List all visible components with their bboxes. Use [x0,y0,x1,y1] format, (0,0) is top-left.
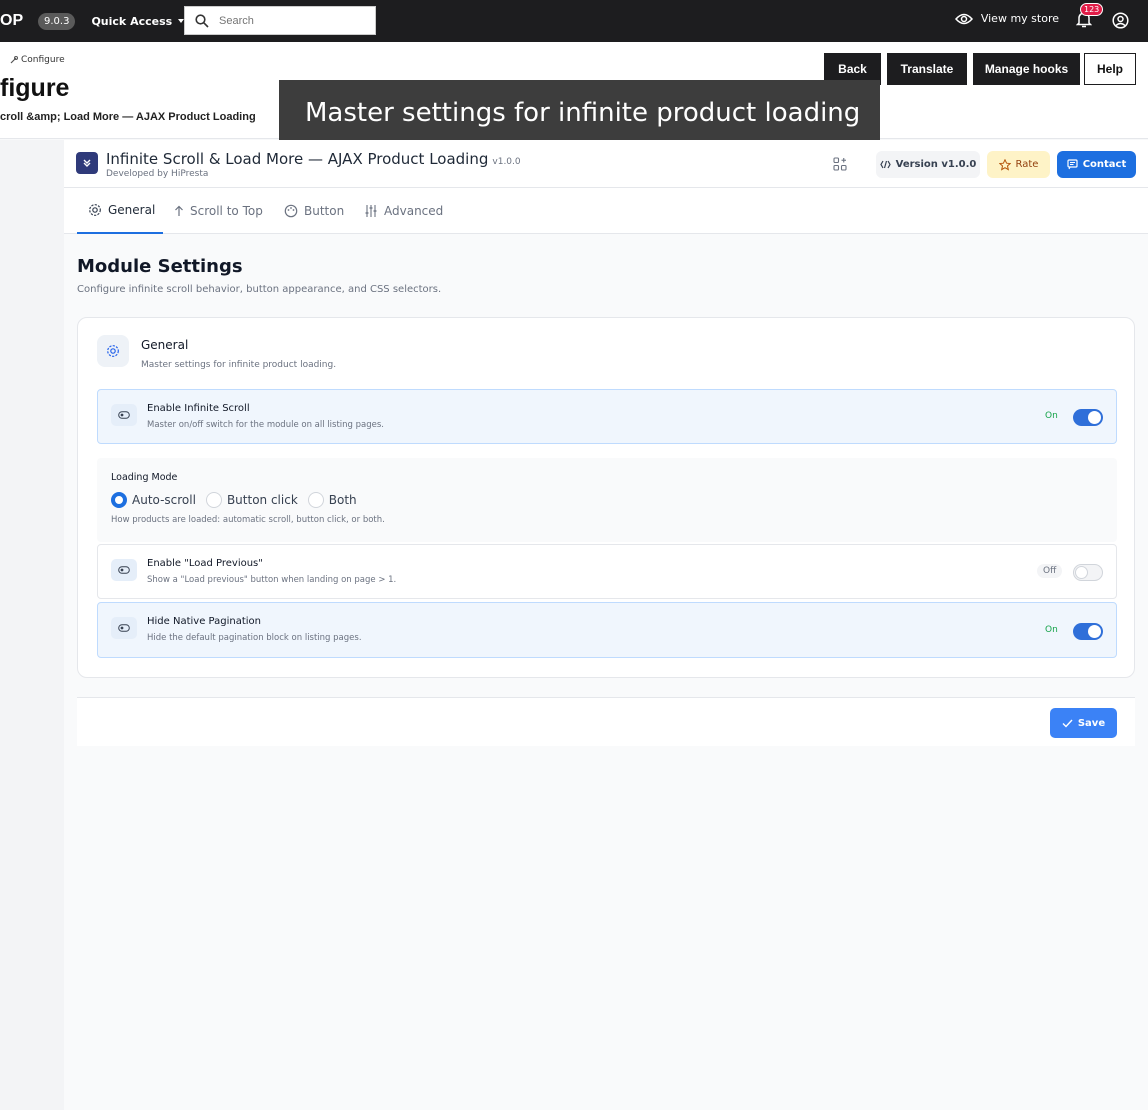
gear-icon [89,204,101,216]
quick-access-menu[interactable]: Quick Access [91,14,185,28]
breadcrumb-label: Configure [21,55,65,65]
setting-title: Enable Infinite Scroll [147,403,250,414]
translate-button[interactable]: Translate [887,53,967,85]
setting-hide-native-pagination: Hide Native Pagination Hide the default … [97,602,1117,658]
tab-label: Advanced [384,204,444,218]
breadcrumb[interactable]: Configure [10,55,65,65]
toggle-knob [1088,411,1101,424]
page-header: Configure figure croll &amp; Load More —… [0,42,1148,146]
radio-both[interactable]: Both [307,492,357,508]
message-icon [1067,159,1078,170]
version-button[interactable]: Version v1.0.0 [876,151,980,178]
page-subtitle: croll &amp; Load More — AJAX Product Loa… [0,111,256,123]
setting-description: Master on/off switch for the module on a… [147,420,384,430]
gear-icon [97,335,129,367]
code-icon [879,160,891,169]
manage-hooks-button[interactable]: Manage hooks [973,53,1080,85]
state-label: Off [1037,564,1063,578]
quick-access-label: Quick Access [91,14,173,28]
setting-enable-infinite-scroll: Enable Infinite Scroll Master on/off swi… [97,389,1117,444]
tab-label: Scroll to Top [190,204,263,218]
module-logo-icon [76,152,98,174]
view-store-link[interactable]: View my store [954,12,1059,25]
radio-label: Button click [226,493,298,507]
module-name: Infinite Scroll & Load More — AJAX Produ… [106,150,521,168]
view-store-label: View my store [980,12,1059,25]
left-gutter [0,140,64,1110]
tooltip: Master settings for infinite product loa… [279,80,880,146]
general-settings-card: General Master settings for infinite pro… [77,317,1135,678]
setting-load-previous: Enable "Load Previous" Show a "Load prev… [97,544,1117,599]
search-box[interactable] [184,6,376,35]
module-panel: Infinite Scroll & Load More — AJAX Produ… [64,140,1148,1110]
loading-mode-options: Auto-scroll Button click Both [111,492,367,508]
setting-title: Enable "Load Previous" [147,558,263,569]
rate-button-label: Rate [1015,159,1039,170]
loading-mode-description: How products are loaded: automatic scrol… [111,515,385,525]
load-previous-toggle[interactable] [1073,564,1103,581]
search-input[interactable] [219,14,369,27]
toggle-knob [1075,566,1088,579]
radio-button-click[interactable]: Button click [205,492,298,508]
sliders-icon [365,205,377,217]
toggle-icon [111,404,137,426]
version-button-label: Version v1.0.0 [895,159,977,170]
module-version: v1.0.0 [492,157,521,167]
notification-badge: 123 [1080,3,1104,16]
enable-infinite-scroll-toggle[interactable] [1073,409,1103,426]
form-footer: Save [77,697,1135,746]
tab-label: General [108,203,156,217]
version-badge: 9.0.3 [38,12,76,30]
state-label: On [1045,411,1058,421]
loading-mode-group: Loading Mode Auto-scroll Button click Bo… [97,458,1117,542]
radio-auto-scroll[interactable]: Auto-scroll [111,492,196,508]
radio-button[interactable] [307,492,324,508]
setting-title: Hide Native Pagination [147,616,261,627]
eye-icon [954,13,973,24]
contact-button-label: Contact [1082,159,1127,170]
account-icon[interactable] [1112,12,1129,29]
palette-icon [284,204,298,218]
save-button[interactable]: Save [1050,708,1117,738]
logo: OP [0,12,24,29]
section-description: Configure infinite scroll behavior, butt… [77,284,442,295]
tab-general[interactable]: General [77,188,163,234]
card-title: General [141,338,189,352]
setting-description: Hide the default pagination block on lis… [147,633,362,643]
tab-advanced[interactable]: Advanced [364,188,443,234]
section-title: Module Settings [77,256,243,277]
star-icon [998,158,1011,171]
tab-label: Button [304,204,345,218]
page-title: figure [0,74,70,102]
radio-button[interactable] [111,492,127,508]
loading-mode-label: Loading Mode [111,472,178,483]
tab-button[interactable]: Button [284,188,344,234]
card-description: Master settings for infinite product loa… [141,360,337,370]
hide-pagination-toggle[interactable] [1073,623,1103,640]
check-icon [1062,719,1073,728]
toggle-icon [111,559,137,581]
top-navbar: OP 9.0.3 Quick Access View my store 123 [0,0,1148,42]
setting-description: Show a "Load previous" button when landi… [147,575,397,585]
module-developer: Developed by HiPresta [106,169,209,179]
rate-button[interactable]: Rate [987,151,1050,178]
toggle-knob [1088,625,1101,638]
toggle-icon [111,617,137,639]
radio-button[interactable] [205,492,222,508]
help-button[interactable]: Help [1084,53,1136,85]
arrow-up-icon [175,205,183,216]
contact-button[interactable]: Contact [1057,151,1136,178]
save-button-label: Save [1077,717,1106,729]
radio-label: Both [328,493,357,507]
module-name-text: Infinite Scroll & Load More — AJAX Produ… [106,150,489,168]
state-label: On [1045,625,1058,635]
tab-bar: General Scroll to Top Button Advanced [64,188,1148,234]
radio-label: Auto-scroll [132,493,196,507]
module-header: Infinite Scroll & Load More — AJAX Produ… [64,140,1148,188]
search-icon [195,13,209,28]
wrench-icon [10,56,18,64]
tab-scroll-to-top[interactable]: Scroll to Top [174,188,263,234]
grid-icon[interactable] [833,157,847,171]
